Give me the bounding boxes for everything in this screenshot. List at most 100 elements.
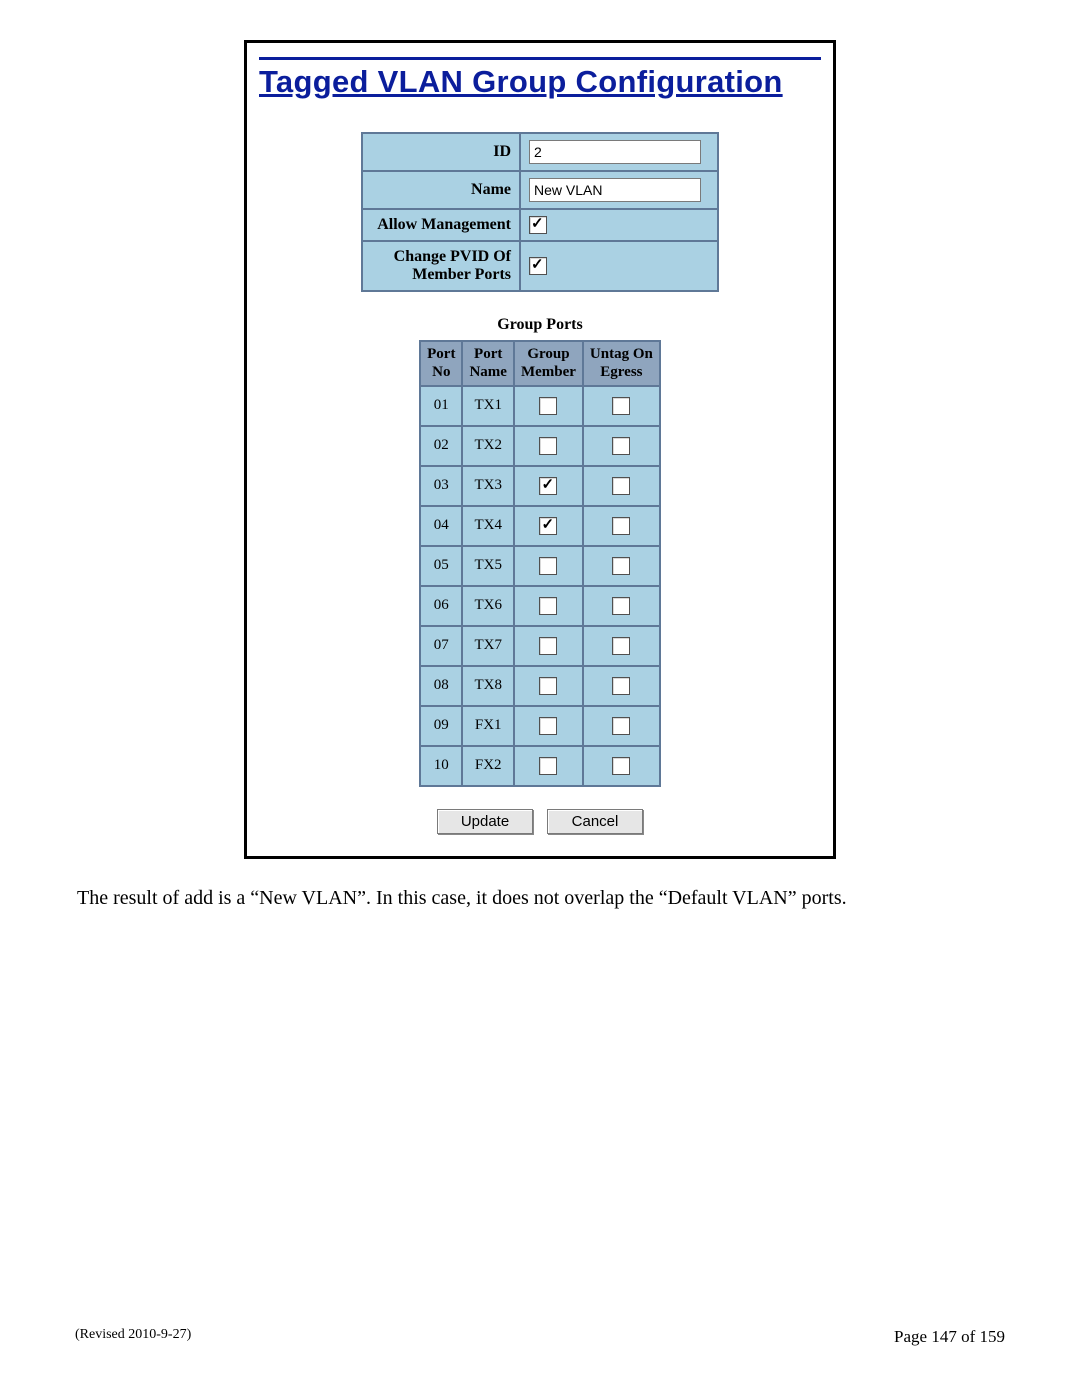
group-member-cell (515, 507, 582, 545)
port-name: FX1 (463, 707, 513, 745)
col-port-no: Port No (421, 342, 461, 385)
group-member-checkbox[interactable] (539, 397, 557, 415)
untag-egress-cell (584, 547, 659, 585)
port-no: 04 (421, 507, 461, 545)
change-pvid-checkbox[interactable] (529, 257, 547, 275)
group-member-checkbox[interactable] (539, 557, 557, 575)
port-name: TX4 (463, 507, 513, 545)
untag-egress-cell (584, 387, 659, 425)
table-row: 07TX7 (421, 627, 659, 665)
untag-egress-cell (584, 587, 659, 625)
table-row: 09FX1 (421, 707, 659, 745)
port-no: 08 (421, 667, 461, 705)
page-title: Tagged VLAN Group Configuration (259, 64, 821, 100)
group-member-checkbox[interactable] (539, 717, 557, 735)
port-name: FX2 (463, 747, 513, 785)
table-row: 03TX3 (421, 467, 659, 505)
group-member-checkbox[interactable] (539, 637, 557, 655)
allow-mgmt-label: Allow Management (363, 210, 519, 240)
group-member-checkbox[interactable] (539, 757, 557, 775)
port-no: 02 (421, 427, 461, 465)
table-row: 05TX5 (421, 547, 659, 585)
change-pvid-label: Change PVID Of Member Ports (363, 242, 519, 290)
port-no: 09 (421, 707, 461, 745)
id-label: ID (363, 134, 519, 170)
port-no: 05 (421, 547, 461, 585)
group-member-checkbox[interactable] (539, 517, 557, 535)
port-name: TX2 (463, 427, 513, 465)
footer-revised: (Revised 2010-9-27) (75, 1327, 191, 1347)
untag-egress-cell (584, 667, 659, 705)
untag-egress-checkbox[interactable] (612, 717, 630, 735)
col-port-name: Port Name (463, 342, 513, 385)
group-member-cell (515, 467, 582, 505)
untag-egress-cell (584, 747, 659, 785)
untag-egress-cell (584, 467, 659, 505)
port-name: TX3 (463, 467, 513, 505)
untag-egress-checkbox[interactable] (612, 557, 630, 575)
untag-egress-checkbox[interactable] (612, 517, 630, 535)
table-row: 10FX2 (421, 747, 659, 785)
button-row: Update Cancel (259, 809, 821, 834)
untag-egress-cell (584, 707, 659, 745)
title-rule (259, 57, 821, 60)
id-cell (521, 134, 717, 170)
untag-egress-cell (584, 507, 659, 545)
group-member-checkbox[interactable] (539, 477, 557, 495)
col-untag-egress: Untag On Egress (584, 342, 659, 385)
group-member-checkbox[interactable] (539, 437, 557, 455)
app-frame: Tagged VLAN Group Configuration ID Name … (244, 40, 836, 859)
untag-egress-checkbox[interactable] (612, 397, 630, 415)
cancel-button[interactable]: Cancel (547, 809, 643, 834)
port-no: 01 (421, 387, 461, 425)
footer-page: Page 147 of 159 (894, 1327, 1005, 1347)
port-name: TX1 (463, 387, 513, 425)
port-name: TX6 (463, 587, 513, 625)
untag-egress-checkbox[interactable] (612, 637, 630, 655)
untag-egress-checkbox[interactable] (612, 477, 630, 495)
table-row: 04TX4 (421, 507, 659, 545)
group-member-cell (515, 427, 582, 465)
ports-table: Port No Port Name Group Member Untag On … (419, 340, 661, 787)
allow-mgmt-cell (521, 210, 717, 240)
id-input[interactable] (529, 140, 701, 164)
untag-egress-cell (584, 427, 659, 465)
change-pvid-cell (521, 242, 717, 290)
table-row: 01TX1 (421, 387, 659, 425)
group-ports-heading: Group Ports (259, 316, 821, 334)
port-no: 10 (421, 747, 461, 785)
group-member-cell (515, 387, 582, 425)
name-cell (521, 172, 717, 208)
untag-egress-checkbox[interactable] (612, 677, 630, 695)
change-pvid-label-l2: Member Ports (412, 266, 511, 283)
page-footer: (Revised 2010-9-27) Page 147 of 159 (75, 1327, 1005, 1347)
update-button[interactable]: Update (437, 809, 533, 834)
table-row: 06TX6 (421, 587, 659, 625)
untag-egress-cell (584, 627, 659, 665)
untag-egress-checkbox[interactable] (612, 437, 630, 455)
group-member-cell (515, 747, 582, 785)
group-member-cell (515, 667, 582, 705)
allow-mgmt-checkbox[interactable] (529, 216, 547, 234)
untag-egress-checkbox[interactable] (612, 597, 630, 615)
config-table: ID Name Allow Management Change PVID (361, 132, 719, 292)
group-member-cell (515, 587, 582, 625)
name-label: Name (363, 172, 519, 208)
group-member-cell (515, 707, 582, 745)
table-row: 08TX8 (421, 667, 659, 705)
port-name: TX7 (463, 627, 513, 665)
port-name: TX8 (463, 667, 513, 705)
caption-text: The result of add is a “New VLAN”. In th… (77, 887, 1005, 910)
port-no: 06 (421, 587, 461, 625)
group-member-checkbox[interactable] (539, 597, 557, 615)
table-row: 02TX2 (421, 427, 659, 465)
port-no: 03 (421, 467, 461, 505)
untag-egress-checkbox[interactable] (612, 757, 630, 775)
group-member-cell (515, 627, 582, 665)
port-no: 07 (421, 627, 461, 665)
group-member-checkbox[interactable] (539, 677, 557, 695)
name-input[interactable] (529, 178, 701, 202)
port-name: TX5 (463, 547, 513, 585)
col-group-member: Group Member (515, 342, 582, 385)
group-member-cell (515, 547, 582, 585)
